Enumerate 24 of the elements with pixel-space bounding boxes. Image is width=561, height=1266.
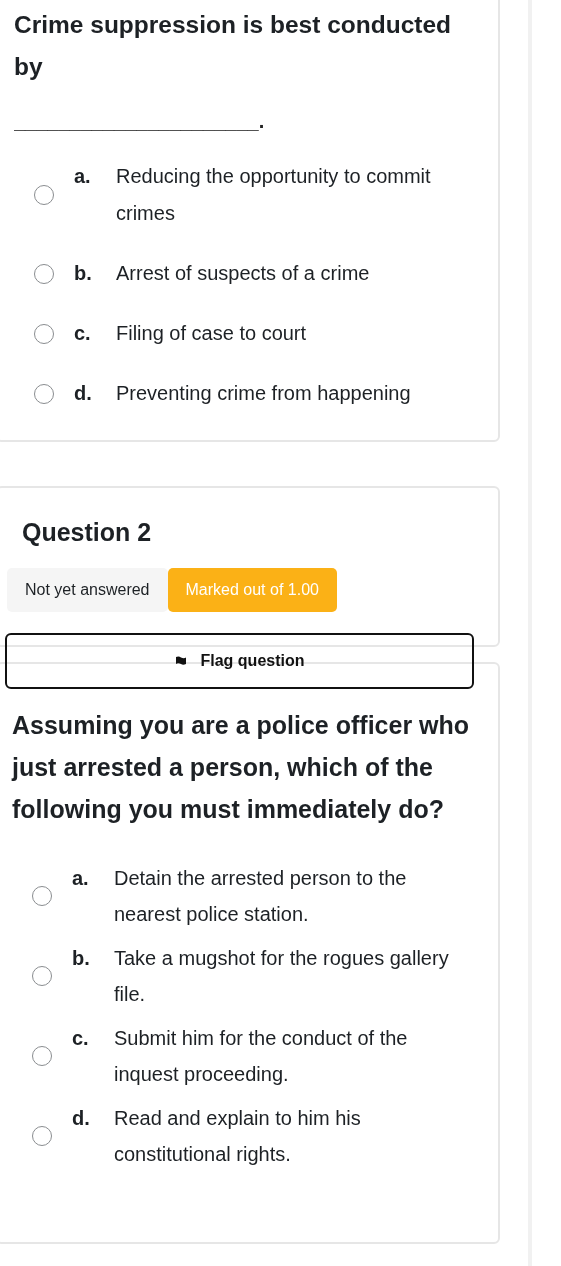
option-text[interactable]: Preventing crime from happening [116, 375, 471, 412]
flag-icon [174, 656, 187, 666]
option-text[interactable]: Reducing the opportunity to commit crimes [116, 158, 471, 232]
option-letter: c. [74, 321, 92, 346]
option-letter: b. [72, 946, 91, 971]
option-letter: a. [74, 164, 92, 189]
option-letter: d. [74, 381, 93, 406]
option-text[interactable]: Submit him for the conduct of the inquest proceeding. [114, 1020, 469, 1092]
option-letter: a. [72, 866, 90, 891]
question-number: Question 2 [22, 517, 153, 548]
question-text: Assuming you are a police officer who just arrested a person, which of the following you must immediately do? [12, 710, 471, 825]
option-letter: b. [74, 261, 93, 286]
option-letter: c. [72, 1026, 90, 1051]
option-text[interactable]: Arrest of suspects of a crime [116, 255, 471, 292]
option-text[interactable]: Detain the arrested person to the nearest police station. [114, 860, 469, 932]
flag-question-button[interactable]: Flag question [5, 633, 474, 689]
option-text[interactable]: Filing of case to court [116, 315, 471, 352]
marks-label: Marked out of 1.00 [167, 568, 337, 612]
option-text[interactable]: Take a mugshot for the rogues gallery file. [114, 940, 469, 1012]
status-label: Not yet answered [7, 568, 168, 612]
blank-line: ______________________. [14, 109, 266, 134]
question-text: Crime suppression is best conducted by [14, 10, 453, 82]
option-letter: d. [72, 1106, 91, 1131]
option-text[interactable]: Read and explain to him his constitutional rights. [114, 1100, 469, 1172]
